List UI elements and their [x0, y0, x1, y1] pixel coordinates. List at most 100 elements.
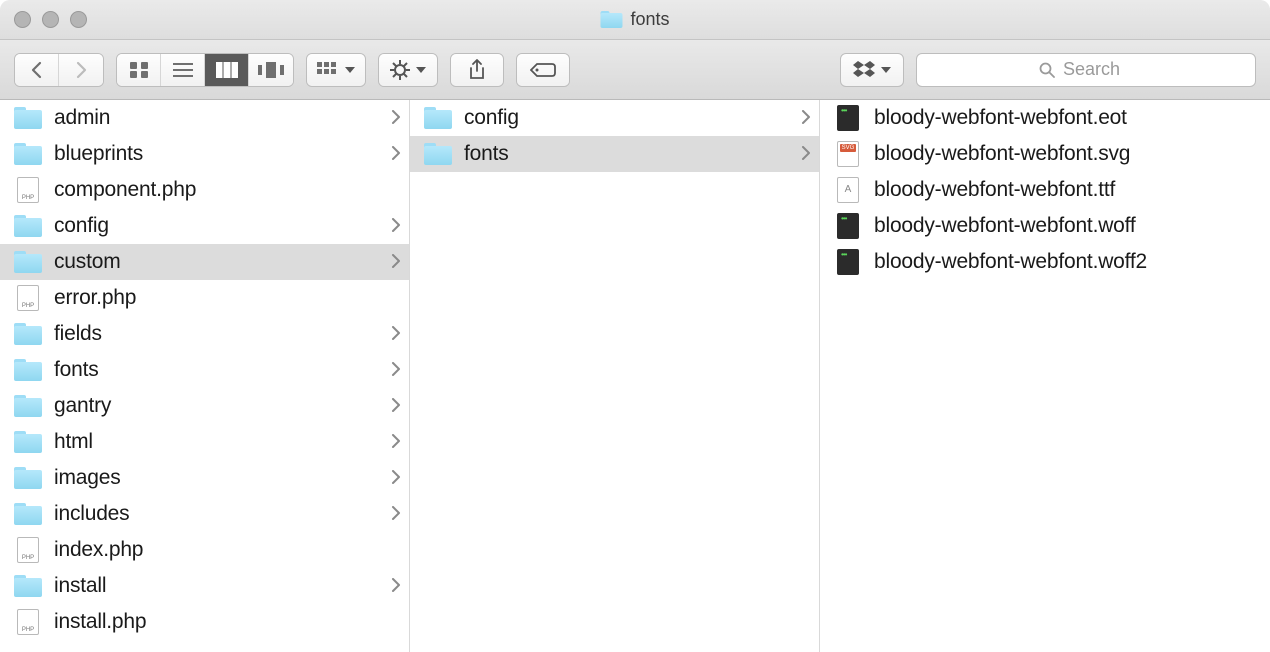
- list-item[interactable]: blueprints: [0, 136, 409, 172]
- list-item[interactable]: gantry: [0, 388, 409, 424]
- column-0[interactable]: admin blueprints component.php config custom…: [0, 100, 410, 652]
- list-item[interactable]: bloody-webfont-webfont.woff2: [820, 244, 1270, 280]
- list-item[interactable]: fields: [0, 316, 409, 352]
- item-label: config: [54, 214, 379, 238]
- has-children-indicator: [391, 395, 401, 418]
- forward-button[interactable]: [59, 54, 103, 86]
- list-item[interactable]: install.php: [0, 604, 409, 640]
- back-button[interactable]: [15, 54, 59, 86]
- disclosure-arrow-icon: [391, 578, 401, 592]
- svg-file-icon: [837, 141, 859, 167]
- chevron-left-icon: [30, 61, 44, 79]
- item-label: custom: [54, 250, 379, 274]
- list-item[interactable]: bloody-webfont-webfont.eot: [820, 100, 1270, 136]
- dropbox-button[interactable]: [840, 53, 904, 87]
- item-label: install: [54, 574, 379, 598]
- disclosure-arrow-icon: [391, 326, 401, 340]
- tags-group: [516, 53, 570, 87]
- item-label: bloody-webfont-webfont.woff: [874, 214, 1262, 238]
- list-item[interactable]: bloody-webfont-webfont.svg: [820, 136, 1270, 172]
- item-label: bloody-webfont-webfont.svg: [874, 142, 1262, 166]
- disclosure-arrow-icon: [391, 398, 401, 412]
- nav-buttons: [14, 53, 104, 87]
- window-controls: [0, 11, 87, 28]
- disclosure-arrow-icon: [391, 470, 401, 484]
- disclosure-arrow-icon: [801, 110, 811, 124]
- close-window-button[interactable]: [14, 11, 31, 28]
- list-item[interactable]: images: [0, 460, 409, 496]
- zoom-window-button[interactable]: [70, 11, 87, 28]
- item-label: html: [54, 430, 379, 454]
- list-item[interactable]: bloody-webfont-webfont.woff: [820, 208, 1270, 244]
- font-file-icon: [837, 177, 859, 203]
- minimize-window-button[interactable]: [42, 11, 59, 28]
- list-item[interactable]: config: [0, 208, 409, 244]
- disclosure-arrow-icon: [391, 362, 401, 376]
- item-label: bloody-webfont-webfont.woff2: [874, 250, 1262, 274]
- folder-icon: [14, 467, 42, 489]
- arrange-icon: [317, 62, 339, 78]
- list-item[interactable]: fonts: [410, 136, 819, 172]
- list-item[interactable]: fonts: [0, 352, 409, 388]
- has-children-indicator: [801, 143, 811, 166]
- php-file-icon: [17, 177, 39, 203]
- folder-icon: [14, 215, 42, 237]
- chevron-right-icon: [74, 61, 88, 79]
- list-item[interactable]: html: [0, 424, 409, 460]
- item-label: admin: [54, 106, 379, 130]
- search-input[interactable]: [1063, 59, 1133, 80]
- chevron-down-icon: [416, 67, 426, 73]
- disclosure-arrow-icon: [391, 110, 401, 124]
- search-field[interactable]: [916, 53, 1256, 87]
- item-label: component.php: [54, 178, 401, 202]
- arrange-button[interactable]: [307, 54, 365, 86]
- php-file-icon: [17, 609, 39, 635]
- icon-view-button[interactable]: [117, 54, 161, 86]
- binary-file-icon: [837, 249, 859, 275]
- column-2[interactable]: bloody-webfont-webfont.eot bloody-webfont…: [820, 100, 1270, 652]
- has-children-indicator: [391, 323, 401, 346]
- icon-view-icon: [129, 61, 149, 79]
- folder-icon: [14, 395, 42, 417]
- coverflow-view-icon: [258, 62, 284, 78]
- folder-icon: [14, 323, 42, 345]
- titlebar: fonts: [0, 0, 1270, 40]
- list-item[interactable]: component.php: [0, 172, 409, 208]
- item-label: index.php: [54, 538, 401, 562]
- item-label: includes: [54, 502, 379, 526]
- list-item[interactable]: admin: [0, 100, 409, 136]
- coverflow-view-button[interactable]: [249, 54, 293, 86]
- chevron-down-icon: [881, 67, 891, 73]
- binary-file-icon: [837, 213, 859, 239]
- folder-icon: [14, 143, 42, 165]
- binary-file-icon: [837, 105, 859, 131]
- list-item[interactable]: includes: [0, 496, 409, 532]
- folder-icon: [14, 107, 42, 129]
- item-label: config: [464, 106, 789, 130]
- folder-icon: [14, 575, 42, 597]
- php-file-icon: [17, 537, 39, 563]
- folder-icon: [14, 503, 42, 525]
- share-icon: [468, 59, 486, 81]
- list-item[interactable]: index.php: [0, 532, 409, 568]
- share-button[interactable]: [451, 54, 503, 86]
- list-item[interactable]: install: [0, 568, 409, 604]
- share-group: [450, 53, 504, 87]
- item-label: images: [54, 466, 379, 490]
- list-item[interactable]: error.php: [0, 280, 409, 316]
- item-label: gantry: [54, 394, 379, 418]
- column-1[interactable]: config fonts: [410, 100, 820, 652]
- item-label: fonts: [54, 358, 379, 382]
- list-view-button[interactable]: [161, 54, 205, 86]
- item-label: install.php: [54, 610, 401, 634]
- column-browser: admin blueprints component.php config custom…: [0, 100, 1270, 652]
- tags-button[interactable]: [517, 54, 569, 86]
- list-item[interactable]: bloody-webfont-webfont.ttf: [820, 172, 1270, 208]
- list-item[interactable]: config: [410, 100, 819, 136]
- item-label: fonts: [464, 142, 789, 166]
- column-view-button[interactable]: [205, 54, 249, 86]
- list-item[interactable]: custom: [0, 244, 409, 280]
- folder-icon: [14, 431, 42, 453]
- action-group: [378, 53, 438, 87]
- action-button[interactable]: [379, 54, 437, 86]
